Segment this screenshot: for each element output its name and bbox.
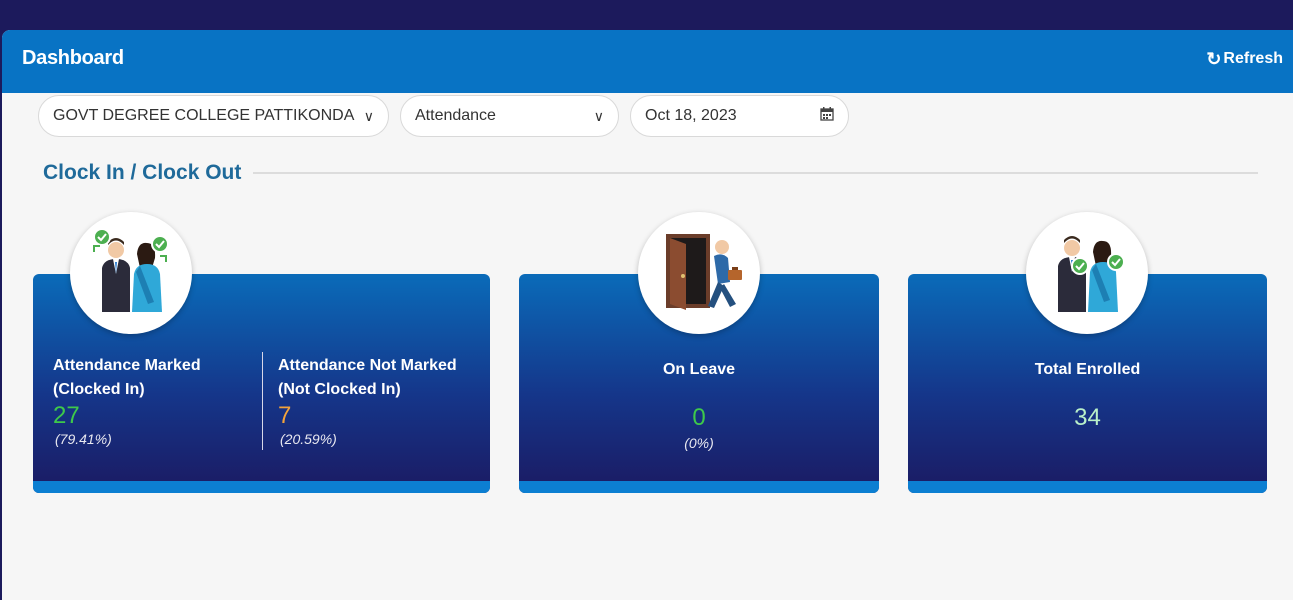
- dashboard-header: Dashboard ↻ Refresh: [2, 30, 1293, 93]
- on-leave-percent: (0%): [684, 435, 714, 451]
- page-title: Dashboard: [22, 47, 124, 69]
- report-type-value: Attendance: [415, 107, 496, 124]
- marked-label-line2: (Clocked In): [53, 381, 145, 398]
- card-bottom-bar: [33, 481, 490, 493]
- section-clock-in-out: Clock In / Clock Out: [43, 160, 1258, 186]
- section-title: Clock In / Clock Out: [43, 161, 242, 184]
- refresh-label: Refresh: [1223, 50, 1283, 67]
- total-enrolled-count: 34: [1074, 404, 1101, 431]
- chevron-down-icon: ∨: [363, 107, 374, 124]
- chevron-down-icon: ∨: [593, 107, 604, 124]
- date-picker[interactable]: Oct 18, 2023: [630, 95, 849, 137]
- not-marked-count: 7: [278, 402, 292, 429]
- card-bottom-bar: [519, 481, 879, 493]
- total-enrolled-label: Total Enrolled: [1034, 361, 1141, 378]
- marked-label-line1: Attendance Marked: [53, 357, 201, 374]
- college-select-value: GOVT DEGREE COLLEGE PATTIKONDA: [53, 107, 355, 124]
- on-leave-label: On Leave: [662, 361, 736, 378]
- not-marked-label-line2: (Not Clocked In): [278, 381, 401, 398]
- staff-check-illustration: [70, 212, 192, 334]
- person-leaving-door-illustration: [638, 212, 760, 334]
- card-divider: [262, 352, 263, 450]
- not-marked-label-line1: Attendance Not Marked: [278, 357, 457, 374]
- not-marked-percent: (20.59%): [280, 431, 337, 447]
- marked-count: 27: [53, 402, 80, 429]
- card-bottom-bar: [908, 481, 1267, 493]
- calendar-icon[interactable]: [820, 106, 834, 126]
- refresh-button[interactable]: ↻ Refresh: [1206, 50, 1283, 68]
- marked-percent: (79.41%): [55, 431, 112, 447]
- on-leave-count: 0: [692, 404, 706, 431]
- section-divider: [253, 172, 1258, 174]
- college-select[interactable]: GOVT DEGREE COLLEGE PATTIKONDA ∨: [38, 95, 389, 137]
- report-type-select[interactable]: Attendance ∨: [400, 95, 619, 137]
- refresh-icon: ↻: [1206, 49, 1222, 69]
- date-value: Oct 18, 2023: [645, 107, 737, 124]
- staff-pair-illustration: [1026, 212, 1148, 334]
